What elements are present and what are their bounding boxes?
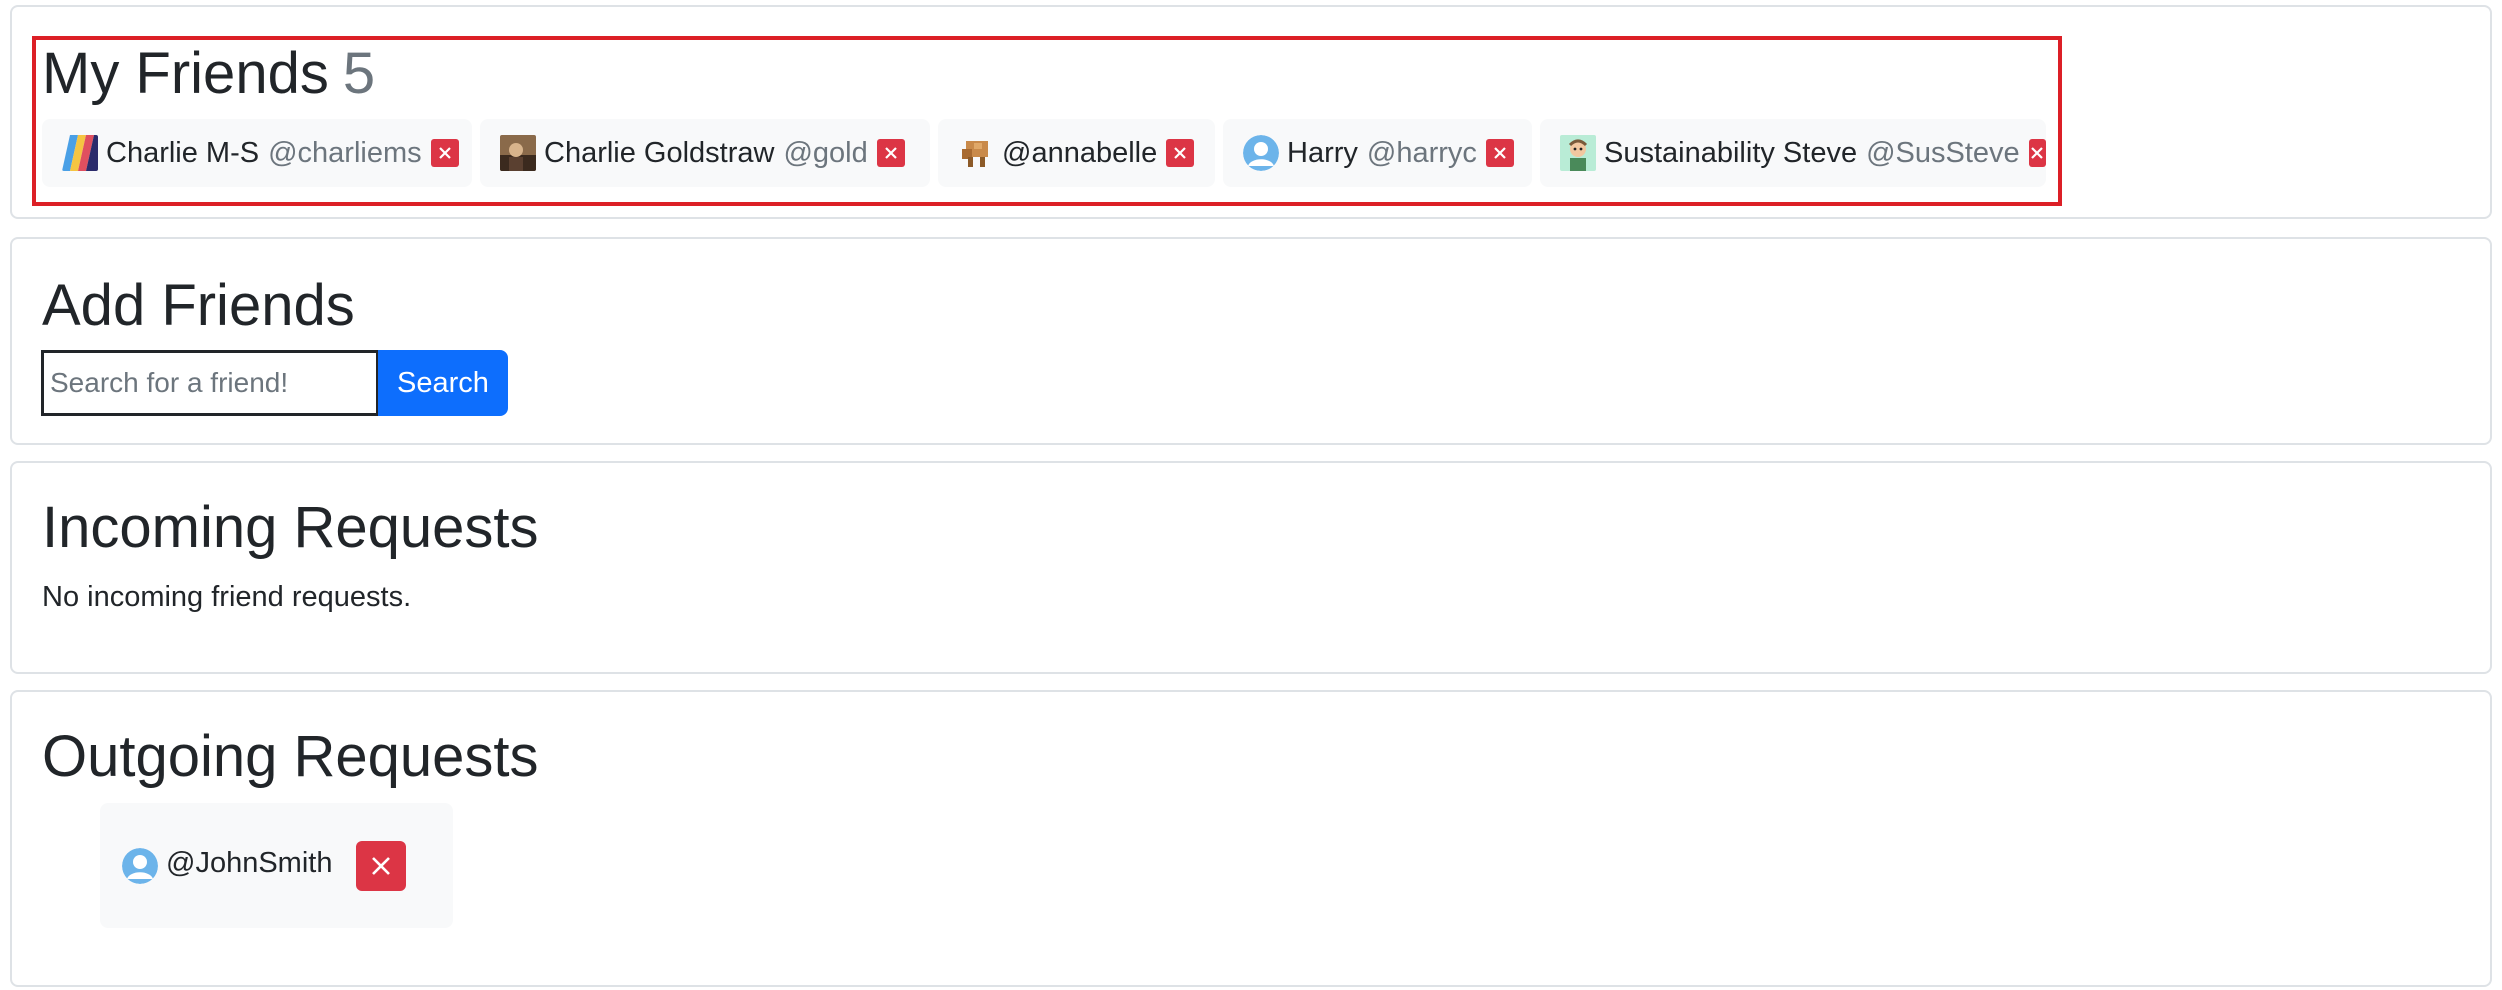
cancel-request-button[interactable] <box>356 841 406 891</box>
friend-handle: @SusSteve <box>1866 136 2020 169</box>
friend-chip: Charlie Goldstraw @gold <box>480 119 930 187</box>
incoming-requests-card: Incoming Requests No incoming friend req… <box>10 461 2492 674</box>
outgoing-requests-title: Outgoing Requests <box>42 724 539 789</box>
friend-name: Sustainability Steve <box>1604 136 1858 169</box>
friend-chip: Charlie M-S @charliems <box>42 119 472 187</box>
my-friends-card: My Friends 5 Charlie M-S @charliems Charl <box>10 5 2492 219</box>
friend-chip: @annabelle <box>938 119 1215 187</box>
friend-handle: @harryc <box>1366 136 1477 169</box>
friend-count: 5 <box>342 41 376 106</box>
stripes-avatar-icon <box>62 135 98 171</box>
friend-name: Harry <box>1287 136 1358 169</box>
add-friends-card: Add Friends Search <box>10 237 2492 445</box>
no-incoming-requests-text: No incoming friend requests. <box>42 581 412 613</box>
remove-friend-button[interactable] <box>1166 139 1195 167</box>
friend-handle: @charliems <box>268 136 422 169</box>
close-icon <box>438 147 451 159</box>
remove-friend-button[interactable] <box>876 139 905 167</box>
default-user-avatar-icon <box>122 848 158 884</box>
close-icon <box>372 857 390 875</box>
friend-name: Charlie M-S <box>106 136 260 169</box>
search-button[interactable]: Search <box>378 350 508 416</box>
close-icon <box>1494 147 1506 159</box>
friend-chip: Sustainability Steve @SusSteve <box>1540 119 2046 187</box>
my-friends-heading: My Friends 5 <box>42 45 375 103</box>
remove-friend-button[interactable] <box>2028 139 2046 167</box>
remove-friend-button[interactable] <box>1485 139 1514 167</box>
photo-avatar-icon <box>500 135 536 171</box>
outgoing-requests-card: Outgoing Requests @JohnSmith <box>10 690 2492 987</box>
block-creature-avatar-icon <box>958 135 994 171</box>
friend-chip: Harry @harryc <box>1223 119 1532 187</box>
friend-handle: @gold <box>783 136 868 169</box>
friend-search-input[interactable] <box>41 350 379 416</box>
close-icon <box>1174 147 1187 159</box>
cartoon-avatar-icon <box>1560 135 1596 171</box>
add-friends-title: Add Friends <box>42 273 355 338</box>
outgoing-request-item: @JohnSmith <box>100 803 453 928</box>
remove-friend-button[interactable] <box>430 139 459 167</box>
close-icon <box>2031 147 2044 159</box>
incoming-requests-title: Incoming Requests <box>42 495 539 560</box>
outgoing-request-handle: @JohnSmith <box>166 847 333 879</box>
close-icon <box>884 147 897 159</box>
friend-name: Charlie Goldstraw <box>544 136 775 169</box>
my-friends-title: My Friends <box>42 41 329 106</box>
friend-handle: @annabelle <box>1002 136 1158 169</box>
default-user-avatar-icon <box>1243 135 1279 171</box>
